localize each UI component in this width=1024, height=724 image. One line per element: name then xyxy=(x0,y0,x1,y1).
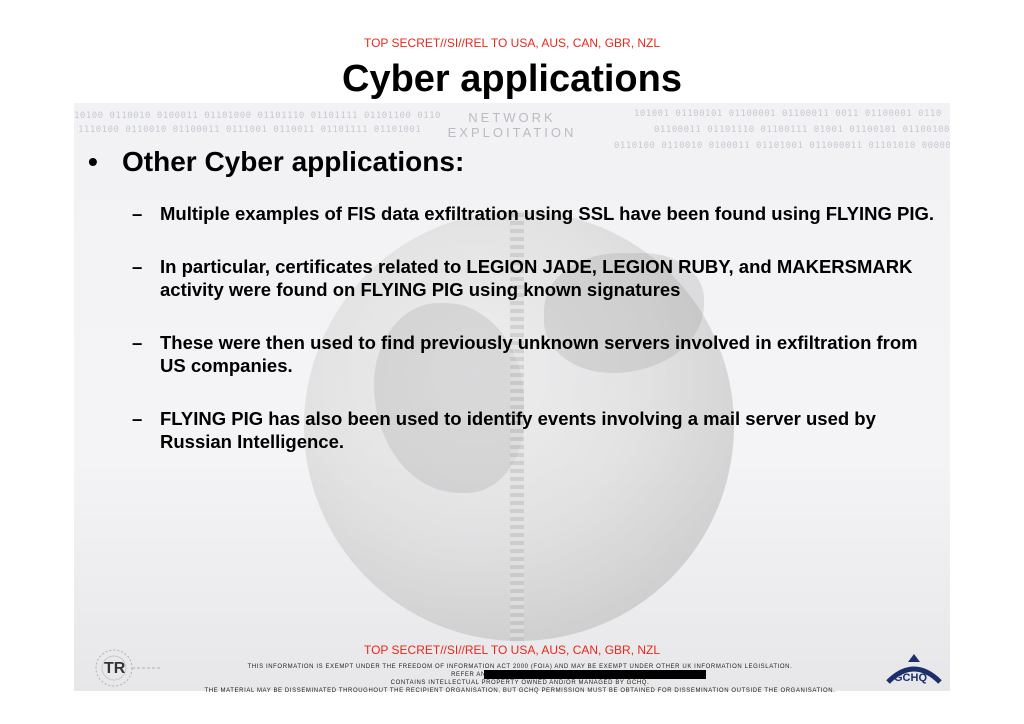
tr-logo: TR xyxy=(78,646,162,688)
dash-symbol: – xyxy=(132,203,143,224)
sub-bullet-list: – Multiple examples of FIS data exfiltra… xyxy=(132,202,942,483)
slide-title: Cyber applications xyxy=(342,58,682,100)
classification-banner-top: TOP SECRET//SI//REL TO USA, AUS, CAN, GB… xyxy=(363,36,661,50)
sub-bullet-item: – These were then used to find previousl… xyxy=(132,331,942,377)
watermark-line: NETWORK xyxy=(468,110,556,125)
dash-symbol: – xyxy=(132,332,143,353)
sub-bullet-text: FLYING PIG has also been used to identif… xyxy=(160,408,876,452)
binary-strip: 1110100 0110010 01100011 0111001 0110011… xyxy=(78,125,422,135)
main-bullet: • Other Cyber applications: xyxy=(88,146,464,178)
redaction-bar xyxy=(484,670,706,679)
tr-logo-text: TR xyxy=(104,660,126,677)
binary-strip: 01100011 01101110 01100111 01001 0110010… xyxy=(654,125,950,135)
main-bullet-text: Other Cyber applications: xyxy=(122,146,465,177)
legal-notice: This information is exempt under the Fre… xyxy=(200,663,840,695)
binary-strip: 10100 0110010 0100011 01101000 01101110 … xyxy=(74,111,441,121)
sub-bullet-item: – Multiple examples of FIS data exfiltra… xyxy=(132,202,942,225)
legal-line: The material may be disseminated through… xyxy=(204,688,836,694)
legal-line: Contains Intellectual Property owned and… xyxy=(390,680,650,686)
sub-bullet-text: Multiple examples of FIS data exfiltrati… xyxy=(160,203,935,224)
bullet-symbol: • xyxy=(88,146,98,177)
dash-symbol: – xyxy=(132,256,143,277)
binary-strip: 0110100 0110010 0100011 01101001 0110000… xyxy=(614,141,950,151)
sub-bullet-item: – FLYING PIG has also been used to ident… xyxy=(132,407,942,453)
dash-symbol: – xyxy=(132,408,143,429)
gchq-logo: GCHQ xyxy=(884,652,944,688)
sub-bullet-text: These were then used to find previously … xyxy=(160,332,918,376)
sub-bullet-item: – In particular, certificates related to… xyxy=(132,255,942,301)
gchq-logo-text: GCHQ xyxy=(894,672,927,684)
watermark-line: EXPLOITATION xyxy=(447,125,577,140)
sub-bullet-text: In particular, certificates related to L… xyxy=(160,256,913,300)
network-exploitation-watermark: NETWORK EXPLOITATION xyxy=(430,110,594,140)
binary-strip: 101001 01100101 01100001 01100011 0011 0… xyxy=(634,109,942,119)
